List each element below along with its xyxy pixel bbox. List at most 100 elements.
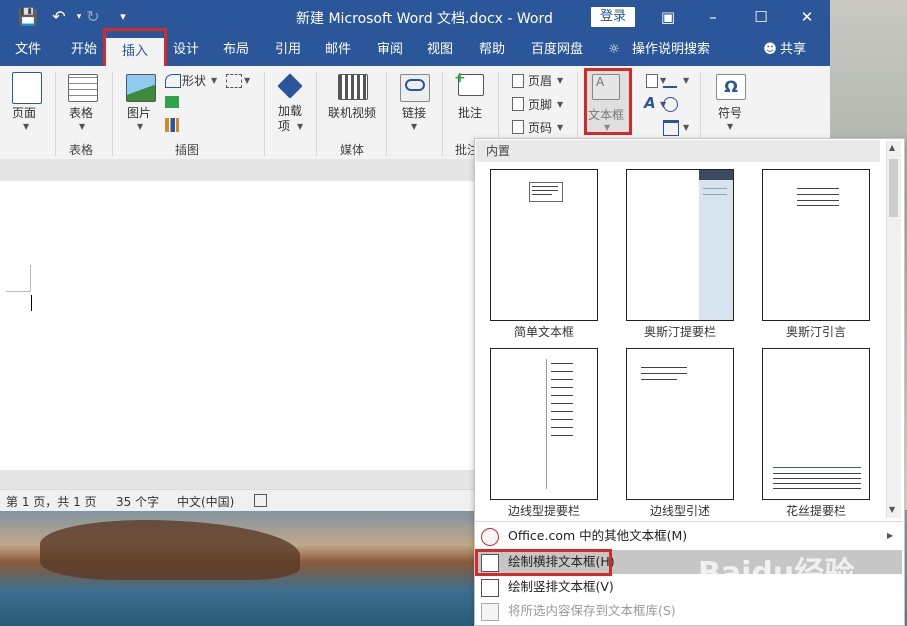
pages-icon[interactable] (12, 72, 42, 104)
link-dropdown-icon[interactable]: ▼ (411, 122, 417, 131)
login-button[interactable]: 登录 (591, 7, 635, 27)
group-label-media: 媒体 (340, 143, 365, 157)
page-number-dropdown-icon[interactable]: ▼ (557, 123, 563, 132)
footer-button[interactable]: 页脚 (528, 96, 552, 113)
tab-file[interactable]: 文件 (6, 34, 50, 66)
pages-button[interactable]: 页面 (12, 104, 36, 121)
scroll-down-icon[interactable]: ▼ (889, 505, 895, 514)
tab-baidu-netdisk[interactable]: 百度网盘 (526, 34, 588, 66)
smartart-icon[interactable] (165, 96, 179, 108)
language-indicator[interactable]: 中文(中国) (177, 493, 234, 510)
picture-button[interactable]: 图片 (127, 104, 151, 121)
signature-line-icon[interactable] (663, 74, 677, 88)
gallery-label: 奥斯汀提要栏 (643, 325, 716, 339)
addins-button[interactable]: 加载 项 (278, 104, 308, 134)
gallery-item-simple-textbox[interactable] (490, 169, 598, 321)
menu-item-label: 绘制竖排文本框(V) (508, 579, 614, 594)
save-icon[interactable]: 💾 (17, 6, 39, 28)
screenshot-dropdown-icon[interactable]: ▼ (244, 76, 250, 85)
comment-button[interactable]: 批注 (458, 104, 482, 121)
table-button[interactable]: 表格 (69, 104, 93, 121)
shapes-icon[interactable] (165, 74, 181, 88)
shapes-button[interactable]: 形状 (182, 72, 206, 89)
page-number-icon[interactable] (512, 120, 524, 134)
signature-dropdown-icon[interactable]: ▼ (683, 76, 689, 85)
gallery-label: 简单文本框 (513, 325, 574, 339)
comment-plus-icon: + (454, 70, 466, 86)
baidu-watermark: Baidu经验 (698, 556, 855, 591)
omega-icon[interactable]: Ω (716, 74, 746, 100)
page-count[interactable]: 第 1 页，共 1 页 (6, 493, 97, 510)
symbol-dropdown-icon[interactable]: ▼ (727, 122, 733, 131)
chart-icon[interactable] (165, 118, 179, 132)
thumb-sidebar (699, 170, 733, 320)
object-dropdown-icon[interactable]: ▼ (683, 123, 689, 132)
macro-record-icon[interactable] (254, 494, 267, 507)
gallery-item-filigree-sidebar[interactable] (762, 348, 870, 500)
header-dropdown-icon[interactable]: ▼ (557, 76, 563, 85)
scroll-thumb[interactable] (889, 159, 898, 217)
tab-review[interactable]: 审阅 (368, 34, 412, 66)
tab-design[interactable]: 设计 (164, 34, 208, 66)
tab-view[interactable]: 视图 (418, 34, 462, 66)
shapes-dropdown-icon[interactable]: ▼ (211, 76, 217, 85)
close-button[interactable]: ✕ (792, 4, 822, 30)
menu-item-label: Office.com 中的其他文本框(M) (508, 528, 688, 543)
picture-dropdown-icon[interactable]: ▼ (137, 122, 143, 131)
textbox-button-highlight (584, 68, 632, 135)
tab-mailings[interactable]: 邮件 (316, 34, 360, 66)
scroll-up-icon[interactable]: ▲ (889, 143, 895, 152)
gallery-item-austin-quote[interactable] (762, 169, 870, 321)
header-button[interactable]: 页眉 (528, 72, 552, 89)
online-video-icon[interactable] (338, 74, 368, 100)
group-separator (386, 72, 387, 156)
baidu-watermark-url: jingyan.baidu.com (708, 588, 838, 604)
thumb-text-block (529, 182, 563, 202)
menu-item-save-to-textbox-gallery: 将所选内容保存到文本框库(S) (475, 599, 902, 623)
footer-dropdown-icon[interactable]: ▼ (557, 100, 563, 109)
wordart-icon[interactable]: A (644, 94, 656, 112)
object-icon[interactable] (663, 120, 679, 136)
link-button[interactable]: 链接 (402, 104, 426, 121)
pages-dropdown-icon[interactable]: ▼ (23, 122, 29, 131)
picture-icon[interactable] (126, 74, 156, 102)
date-time-icon[interactable] (663, 97, 678, 112)
table-icon[interactable] (68, 74, 98, 102)
tab-home[interactable]: 开始 (62, 34, 106, 66)
header-icon[interactable] (512, 74, 524, 88)
undo-icon[interactable]: ↶ (48, 6, 70, 28)
gallery-item-sideline-sidebar[interactable] (490, 348, 598, 500)
online-video-button[interactable]: 联机视频 (328, 104, 376, 121)
ribbon-display-options-icon[interactable]: ▣ (653, 4, 683, 30)
share-button[interactable]: 共享 (780, 34, 810, 66)
tell-me-search[interactable]: 操作说明搜索 (632, 34, 712, 66)
gallery-label: 奥斯汀引言 (785, 325, 846, 339)
tab-references[interactable]: 引用 (266, 34, 310, 66)
gallery-item-austin-sidebar[interactable] (626, 169, 734, 321)
customize-quick-access-icon[interactable]: ▾ (112, 6, 134, 28)
gallery-item-sideline-quote[interactable] (626, 348, 734, 500)
chain-link-icon (405, 79, 425, 91)
maximize-button[interactable]: ☐ (746, 4, 776, 30)
minimize-button[interactable]: – (698, 4, 728, 30)
menu-separator (475, 521, 902, 522)
draw-horizontal-highlight (475, 549, 612, 576)
group-label-tables: 表格 (69, 143, 94, 157)
group-separator (264, 72, 265, 156)
group-separator (316, 72, 317, 156)
page-number-button[interactable]: 页码 (528, 119, 552, 136)
table-dropdown-icon[interactable]: ▼ (79, 122, 85, 131)
screenshot-icon[interactable] (226, 74, 242, 88)
menu-item-office-more-textboxes[interactable]: Office.com 中的其他文本框(M) ▶ (475, 524, 902, 548)
addins-icon[interactable] (277, 73, 303, 99)
vertical-textbox-icon (481, 579, 499, 597)
tab-layout[interactable]: 布局 (214, 34, 258, 66)
quick-parts-icon[interactable] (646, 74, 658, 88)
symbol-button[interactable]: 符号 (718, 104, 742, 121)
thumb-sidebar-top (699, 170, 733, 180)
addins-dropdown-icon[interactable]: ▼ (297, 122, 303, 131)
word-count[interactable]: 35 个字 (116, 493, 159, 510)
tab-help[interactable]: 帮助 (470, 34, 514, 66)
gallery-scrollbar[interactable]: ▲ ▼ (886, 141, 901, 518)
footer-icon[interactable] (512, 97, 524, 111)
